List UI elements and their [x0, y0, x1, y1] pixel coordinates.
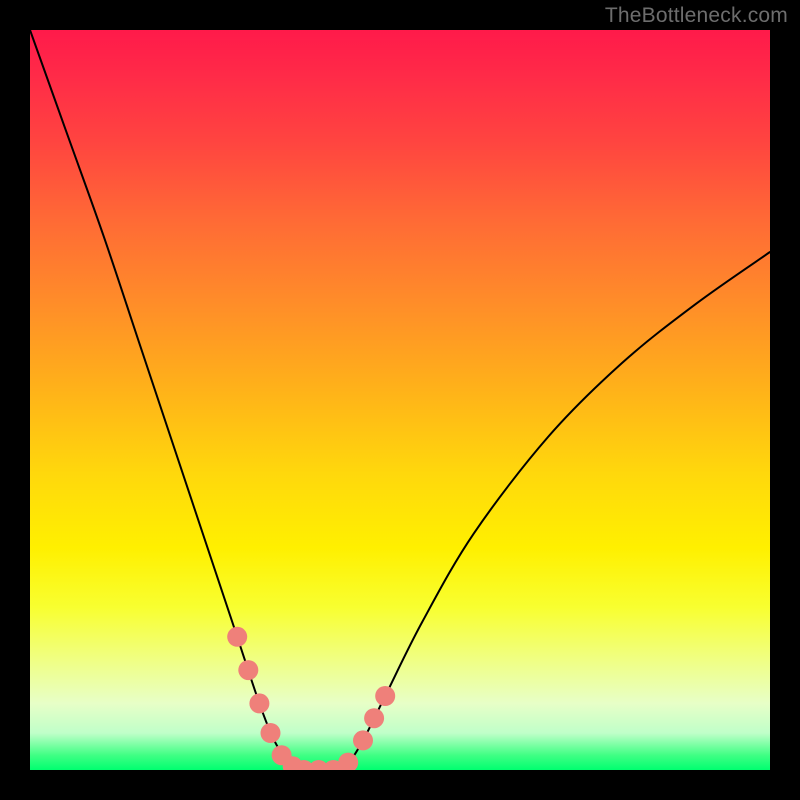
highlight-marker — [364, 708, 384, 728]
plot-area — [30, 30, 770, 770]
highlight-marker — [353, 730, 373, 750]
watermark-text: TheBottleneck.com — [605, 4, 788, 28]
chart-frame: TheBottleneck.com — [0, 0, 800, 800]
highlight-marker — [249, 693, 269, 713]
highlight-markers — [227, 627, 395, 770]
highlight-marker — [375, 686, 395, 706]
highlight-marker — [227, 627, 247, 647]
chart-svg — [30, 30, 770, 770]
bottleneck-curve — [30, 30, 770, 770]
highlight-marker — [238, 660, 258, 680]
highlight-marker — [261, 723, 281, 743]
